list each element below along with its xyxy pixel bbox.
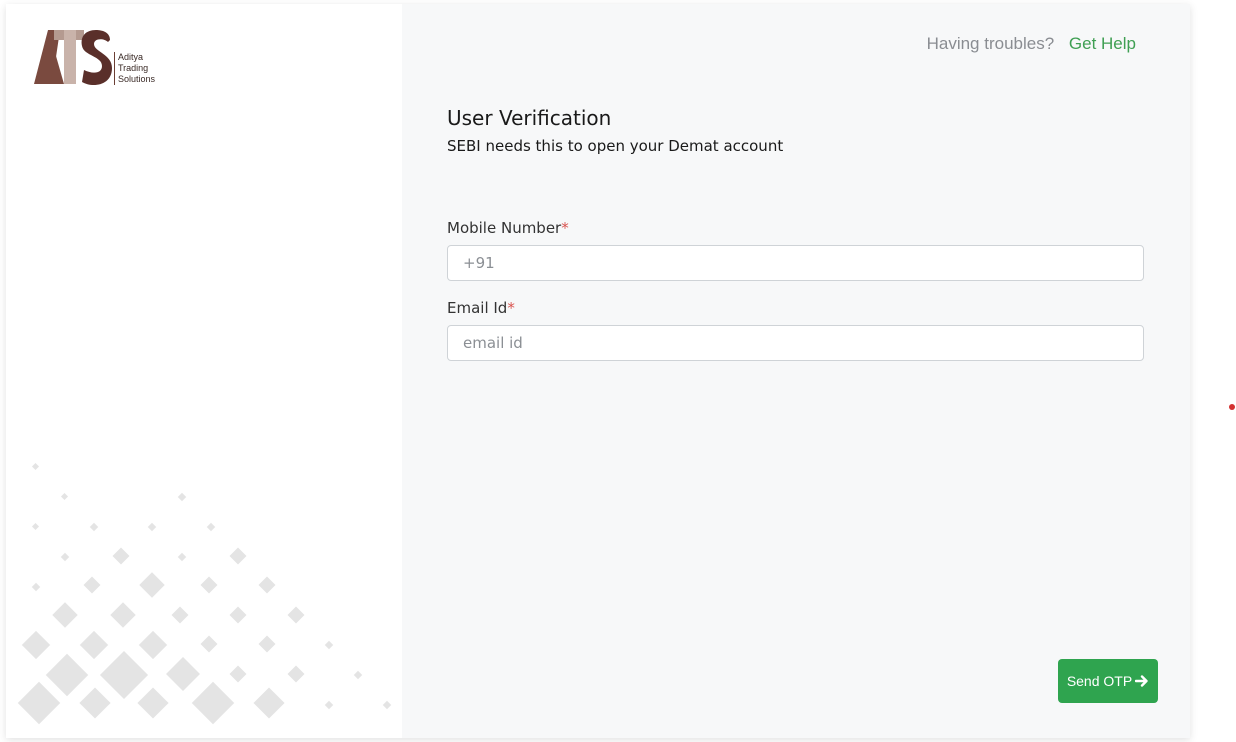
required-marker: * (507, 299, 515, 317)
decorative-diamond-pattern (17, 462, 392, 725)
help-question: Having troubles? (926, 34, 1055, 53)
ats-logo-mark (34, 30, 112, 86)
email-id-input[interactable] (447, 325, 1144, 361)
verification-card: Aditya Trading Solutions Having troubles… (6, 4, 1190, 738)
page-title: User Verification (447, 106, 612, 130)
email-id-label-text: Email Id (447, 299, 508, 317)
get-help-link[interactable]: Get Help (1069, 34, 1136, 53)
form-panel: Having troubles? Get Help User Verificat… (402, 4, 1190, 738)
company-logo: Aditya Trading Solutions (34, 26, 184, 90)
help-row: Having troubles? Get Help (927, 34, 1136, 54)
mobile-number-label: Mobile Number* (447, 219, 569, 237)
notification-dot (1229, 404, 1235, 410)
send-otp-label: Send OTP (1066, 673, 1133, 689)
logo-line-aditya: Aditya (118, 52, 144, 62)
required-marker: * (561, 219, 569, 237)
logo-line-trading: Trading (118, 63, 149, 73)
page-subtitle: SEBI needs this to open your Demat accou… (447, 137, 784, 155)
mobile-number-label-text: Mobile Number (447, 219, 562, 237)
logo-wordmark: Aditya Trading Solutions (114, 52, 194, 85)
brand-panel: Aditya Trading Solutions (6, 4, 402, 738)
email-id-label: Email Id* (447, 299, 515, 317)
send-otp-button[interactable]: Send OTP (1058, 659, 1158, 703)
logo-line-solutions: Solutions (118, 74, 156, 84)
arrow-right-icon (1135, 675, 1148, 687)
mobile-number-input[interactable] (447, 245, 1144, 281)
